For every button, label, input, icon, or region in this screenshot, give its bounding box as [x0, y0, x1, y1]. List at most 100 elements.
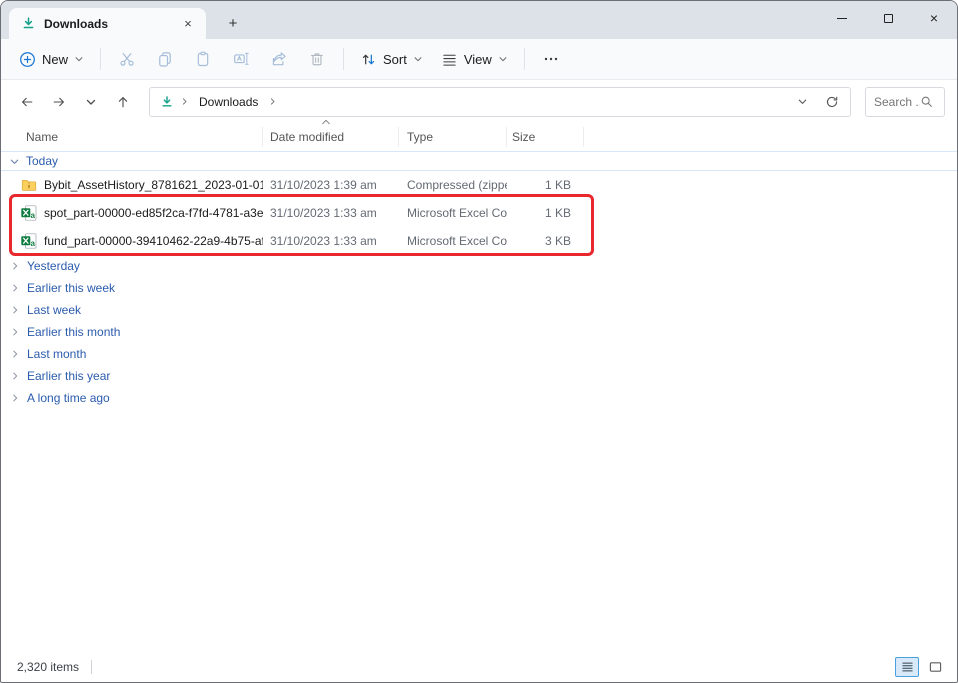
- tab-downloads[interactable]: Downloads ×: [9, 8, 206, 39]
- close-icon: ×: [930, 11, 938, 25]
- view-button-label: View: [464, 52, 492, 67]
- file-row-zip[interactable]: Bybit_AssetHistory_8781621_2023-01-01_20…: [1, 171, 957, 199]
- search-box[interactable]: [865, 87, 945, 117]
- sort-button[interactable]: Sort: [352, 45, 431, 74]
- forward-button[interactable]: [45, 88, 73, 116]
- chevron-down-icon: [498, 54, 508, 64]
- group-header-today[interactable]: Today: [1, 151, 957, 171]
- address-bar[interactable]: Downloads: [149, 87, 851, 117]
- chevron-right-icon: [10, 349, 20, 359]
- file-date-modified: 31/10/2023 1:33 am: [263, 206, 399, 220]
- delete-button[interactable]: [299, 44, 335, 74]
- group-label: A long time ago: [27, 391, 110, 405]
- file-date-modified: 31/10/2023 1:39 am: [263, 178, 399, 192]
- rename-icon: [232, 50, 250, 68]
- sort-button-label: Sort: [383, 52, 407, 67]
- group-label: Last week: [27, 303, 81, 317]
- group-header-last-week[interactable]: Last week: [1, 299, 957, 321]
- group-header-last-month[interactable]: Last month: [1, 343, 957, 365]
- new-button[interactable]: New: [11, 45, 92, 74]
- address-dropdown-button[interactable]: [790, 90, 814, 114]
- file-name: Bybit_AssetHistory_8781621_2023-01-01_20…: [44, 178, 263, 192]
- command-bar: New: [1, 39, 957, 80]
- sort-ascending-caret-icon: [321, 119, 456, 125]
- sort-icon: [360, 51, 377, 68]
- column-header-row: Name Date modified Type Size: [1, 123, 957, 151]
- column-header-date-modified[interactable]: Date modified: [263, 127, 399, 147]
- breadcrumb-downloads[interactable]: Downloads: [195, 93, 262, 111]
- minimize-button[interactable]: [819, 1, 865, 35]
- group-label: Earlier this year: [27, 369, 110, 383]
- close-button[interactable]: ×: [911, 1, 957, 35]
- group-header-a-long-time-ago[interactable]: A long time ago: [1, 387, 957, 409]
- file-date-modified: 31/10/2023 1:33 am: [263, 234, 399, 248]
- group-header-yesterday[interactable]: Yesterday: [1, 255, 957, 277]
- refresh-button[interactable]: [820, 90, 844, 114]
- back-button[interactable]: [13, 88, 41, 116]
- excel-csv-icon: a: [21, 205, 37, 221]
- file-explorer-window: Downloads × + × New: [0, 0, 958, 683]
- group-header-earlier-this-year[interactable]: Earlier this year: [1, 365, 957, 387]
- cut-icon: [118, 50, 136, 68]
- file-type: Microsoft Excel Com...: [399, 234, 507, 248]
- svg-text:a: a: [31, 239, 36, 248]
- chevron-down-icon: [74, 54, 84, 64]
- paste-button[interactable]: [185, 44, 221, 74]
- ellipsis-icon: [543, 51, 559, 67]
- chevron-down-icon: [9, 156, 20, 167]
- cut-button[interactable]: [109, 44, 145, 74]
- chevron-down-icon: [85, 96, 97, 108]
- group-header-earlier-this-month[interactable]: Earlier this month: [1, 321, 957, 343]
- copy-button[interactable]: [147, 44, 183, 74]
- status-separator: [91, 660, 92, 674]
- maximize-icon: [884, 14, 893, 23]
- back-arrow-icon: [19, 94, 35, 110]
- view-button[interactable]: View: [433, 45, 516, 74]
- recent-locations-button[interactable]: [77, 88, 105, 116]
- maximize-button[interactable]: [865, 1, 911, 35]
- search-input[interactable]: [874, 95, 920, 109]
- chevron-right-icon: [10, 327, 20, 337]
- zip-folder-icon: [21, 177, 37, 193]
- share-button[interactable]: [261, 44, 297, 74]
- chevron-right-icon: [10, 261, 20, 271]
- large-icons-view-toggle[interactable]: [923, 657, 947, 677]
- chevron-right-icon: [10, 371, 20, 381]
- chevron-right-icon: [10, 393, 20, 403]
- column-header-type[interactable]: Type: [399, 127, 507, 147]
- share-icon: [270, 50, 288, 68]
- toolbar-separator: [100, 48, 101, 70]
- details-view-toggle[interactable]: [895, 657, 919, 677]
- up-button[interactable]: [109, 88, 137, 116]
- large-icons-view-icon: [929, 661, 942, 673]
- chevron-down-icon: [413, 54, 423, 64]
- rename-button[interactable]: [223, 44, 259, 74]
- view-list-icon: [441, 51, 458, 68]
- copy-icon: [156, 50, 174, 68]
- file-row-spot-csv[interactable]: a spot_part-00000-ed85f2ca-f7fd-4781-a3e…: [1, 199, 957, 227]
- group-label: Today: [26, 154, 58, 168]
- forward-arrow-icon: [51, 94, 67, 110]
- chevron-right-icon: [10, 283, 20, 293]
- chevron-right-icon: [10, 305, 20, 315]
- search-icon: [920, 95, 933, 108]
- group-header-earlier-this-week[interactable]: Earlier this week: [1, 277, 957, 299]
- group-label: Earlier this week: [27, 281, 115, 295]
- group-label: Last month: [27, 347, 86, 361]
- toolbar-separator: [524, 48, 525, 70]
- new-tab-button[interactable]: +: [218, 10, 248, 36]
- file-type: Compressed (zipped)...: [399, 178, 507, 192]
- see-more-button[interactable]: [533, 44, 569, 74]
- tab-close-icon[interactable]: ×: [178, 14, 198, 34]
- paste-icon: [194, 50, 212, 68]
- items-count: 2,320 items: [17, 660, 79, 674]
- column-header-size[interactable]: Size: [507, 127, 584, 147]
- window-controls: ×: [819, 1, 957, 35]
- chevron-right-icon: [268, 97, 277, 106]
- file-size: 1 KB: [507, 206, 571, 220]
- column-header-name[interactable]: Name: [26, 127, 263, 147]
- details-view-icon: [901, 661, 914, 673]
- chevron-right-icon: [180, 97, 189, 106]
- file-row-fund-csv[interactable]: a fund_part-00000-39410462-22a9-4b75-afb…: [1, 227, 957, 255]
- file-type: Microsoft Excel Com...: [399, 206, 507, 220]
